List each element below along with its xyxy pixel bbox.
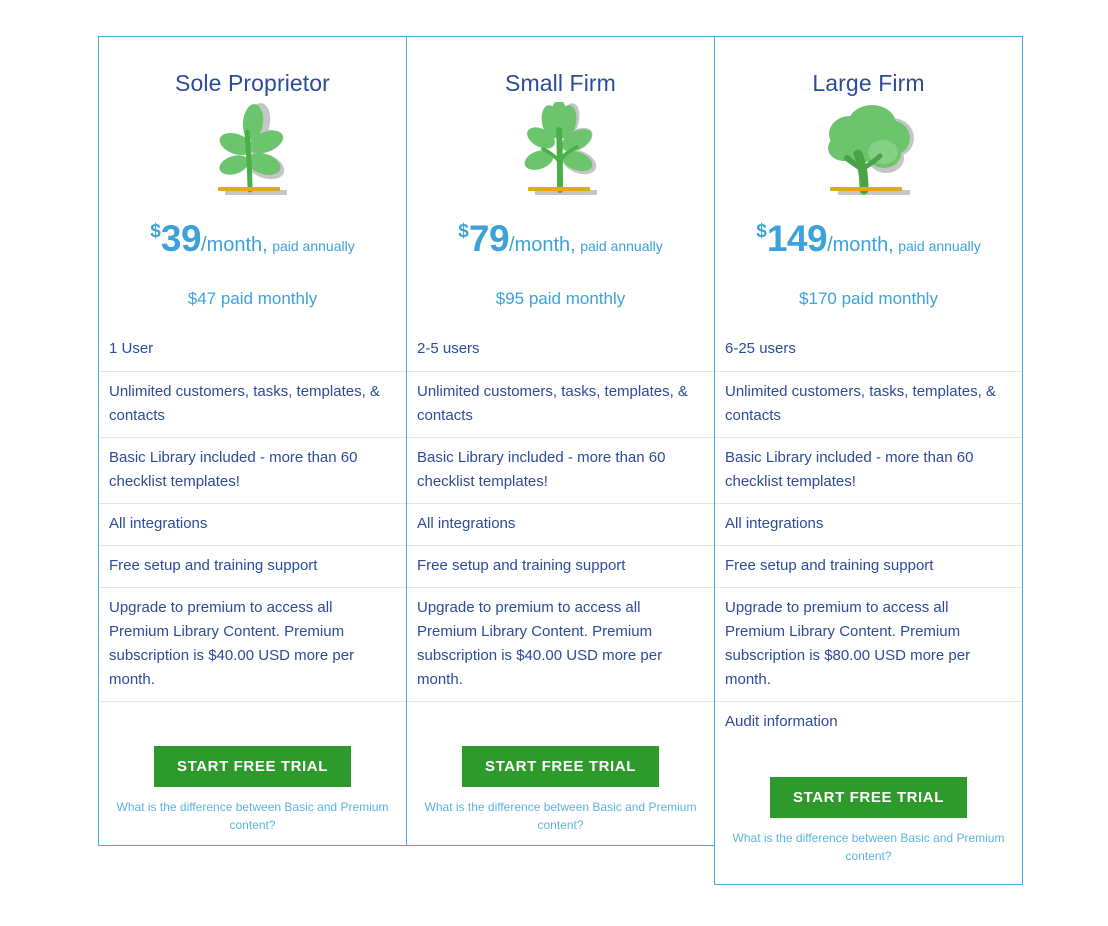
price-period: /month, <box>827 234 894 257</box>
feature-row: Basic Library included - more than 60 ch… <box>99 437 406 503</box>
price-line: $149/month, paid annually <box>715 204 1022 257</box>
price-currency: $ <box>756 221 767 243</box>
feature-row: Free setup and training support <box>715 545 1022 587</box>
feature-row: Unlimited customers, tasks, templates, &… <box>715 371 1022 437</box>
feature-row: Unlimited customers, tasks, templates, &… <box>99 371 406 437</box>
feature-row: Upgrade to premium to access all Premium… <box>407 587 714 701</box>
plan-title: Sole Proprietor <box>175 70 330 96</box>
plan-title: Large Firm <box>812 70 925 96</box>
start-free-trial-button[interactable]: START FREE TRIAL <box>770 777 967 819</box>
feature-row-users: 2-5 users <box>417 340 480 358</box>
pricing-table: Sole Proprietor $39/month, paid annually… <box>0 0 1108 926</box>
pricing-card-sole-proprietor: Sole Proprietor $39/month, paid annually… <box>98 36 407 846</box>
sapling-icon <box>99 96 406 204</box>
feature-row-users: 6-25 users <box>725 340 796 358</box>
price-annual-note: paid annually <box>898 238 981 255</box>
price-line: $79/month, paid annually <box>407 204 714 257</box>
monthly-price: $170 paid monthly <box>799 289 938 309</box>
price-amount: 79 <box>468 218 510 260</box>
monthly-price: $95 paid monthly <box>495 289 626 309</box>
plan-title: Small Firm <box>505 70 616 96</box>
feature-row: Free setup and training support <box>99 545 406 587</box>
feature-row: Free setup and training support <box>407 545 714 587</box>
price-period: /month, <box>201 234 268 257</box>
monthly-price: $47 paid monthly <box>187 289 318 309</box>
price-annual-note: paid annually <box>580 238 663 255</box>
tree-icon <box>715 96 1022 204</box>
feature-row: All integrations <box>99 503 406 545</box>
audit-information-row: Audit information <box>725 713 838 731</box>
start-free-trial-button[interactable]: START FREE TRIAL <box>154 746 351 788</box>
feature-row: Unlimited customers, tasks, templates, &… <box>407 371 714 437</box>
pricing-card-large-firm: Large Firm $149/month, paid annually $17… <box>714 36 1023 885</box>
price-currency: $ <box>458 221 469 243</box>
feature-row: All integrations <box>407 503 714 545</box>
price-annual-note: paid annually <box>272 238 355 255</box>
feature-list: 2-5 users Unlimited customers, tasks, te… <box>407 337 714 701</box>
price-line: $39/month, paid annually <box>99 204 406 257</box>
premium-difference-link[interactable]: What is the difference between Basic and… <box>407 787 714 834</box>
feature-row: Upgrade to premium to access all Premium… <box>715 587 1022 701</box>
feature-row: Basic Library included - more than 60 ch… <box>715 437 1022 503</box>
feature-list: 6-25 users Unlimited customers, tasks, t… <box>715 337 1022 701</box>
premium-difference-link[interactable]: What is the difference between Basic and… <box>715 818 1022 865</box>
price-amount: 39 <box>160 218 202 260</box>
feature-row: Upgrade to premium to access all Premium… <box>99 587 406 701</box>
cta-block: START FREE TRIAL What is the difference … <box>99 701 406 845</box>
cta-block: START FREE TRIAL What is the difference … <box>407 701 714 845</box>
price-amount: 149 <box>766 218 828 260</box>
feature-list: 1 User Unlimited customers, tasks, templ… <box>99 337 406 701</box>
cta-block: Audit information START FREE TRIAL What … <box>715 701 1022 884</box>
price-period: /month, <box>509 234 576 257</box>
plant-icon <box>407 96 714 204</box>
price-currency: $ <box>150 221 161 243</box>
feature-row-users: 1 User <box>109 340 154 358</box>
premium-difference-link[interactable]: What is the difference between Basic and… <box>99 787 406 834</box>
feature-row: All integrations <box>715 503 1022 545</box>
pricing-card-small-firm: Small Firm $79/month, paid annually $95 … <box>406 36 715 846</box>
feature-row: Basic Library included - more than 60 ch… <box>407 437 714 503</box>
start-free-trial-button[interactable]: START FREE TRIAL <box>462 746 659 788</box>
